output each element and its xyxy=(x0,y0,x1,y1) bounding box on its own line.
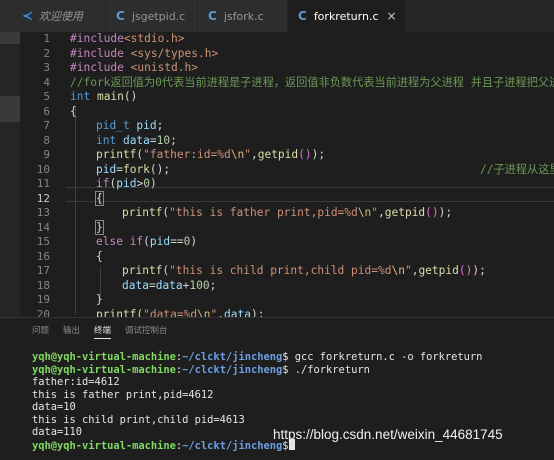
tab-problems[interactable]: 问题 xyxy=(32,324,49,339)
line-number-gutter: 1 2 3 4 5 6 7 8 9 10 11 12 13 14 15 16 17 18 19 20 xyxy=(20,32,58,317)
panel-tabs: 问题 输出 终端 调试控制台 xyxy=(32,324,168,339)
code-line-3: #include <unistd.h> xyxy=(70,61,198,74)
line-number: 12 xyxy=(36,191,50,205)
code-area[interactable]: #include<stdio.h> #include <sys/types.h>… xyxy=(70,32,554,317)
code-line-7: pid_t pid; xyxy=(96,119,164,132)
tab-jsgetpid[interactable]: C jsgetpid.c xyxy=(106,0,198,32)
terminal-output-line: father:id=4612 xyxy=(32,376,120,388)
line-number: 4 xyxy=(43,75,50,89)
c-file-icon: C xyxy=(208,9,217,23)
line-number: 17 xyxy=(36,264,50,277)
code-line-15: else if(pid==0) xyxy=(96,235,198,248)
activity-item[interactable] xyxy=(0,96,20,122)
code-line-8: int data=10; xyxy=(96,133,177,147)
tab-label: jsgetpid.c xyxy=(131,9,186,23)
code-editor[interactable]: 1 2 3 4 5 6 7 8 9 10 11 12 13 14 15 16 17 18 19 20 #include… xyxy=(0,32,554,317)
terminal-output-line: this is child print,child pid=4613 xyxy=(32,413,245,426)
code-line-6: { xyxy=(70,104,77,118)
tab-debug-console[interactable]: 调试控制台 xyxy=(125,324,168,339)
line-number: 1 xyxy=(43,32,50,45)
line-number: 16 xyxy=(36,249,50,263)
line-number: 3 xyxy=(43,61,50,74)
line-number: 2 xyxy=(43,46,50,60)
line-number: 13 xyxy=(36,206,50,219)
code-line-20: printf("data=%d\n",data); xyxy=(96,307,265,318)
tab-forkreturn[interactable]: C forkreturn.c × xyxy=(288,0,406,32)
tab-label: 欢迎使用 xyxy=(38,10,83,23)
code-comment-fork: //子进程从这里 xyxy=(480,162,554,176)
tab-jsfork[interactable]: C jsfork.c xyxy=(198,0,288,32)
terminal-output-line: this is father print,pid=4612 xyxy=(32,388,214,401)
line-number: 10 xyxy=(36,162,50,176)
tab-terminal[interactable]: 终端 xyxy=(94,324,112,339)
c-file-icon: C xyxy=(116,9,125,23)
tab-label: jsfork.c xyxy=(223,9,264,23)
close-icon[interactable]: × xyxy=(387,9,397,23)
code-line-16: { xyxy=(96,249,103,263)
vscode-logo-icon: ≺ xyxy=(22,8,33,24)
line-number: 8 xyxy=(43,133,50,147)
code-line-14: } xyxy=(95,219,104,235)
terminal-prompt-line: yqh@yqh-virtual-machine:~/clckt/jincheng… xyxy=(32,363,370,376)
line-number: 9 xyxy=(43,148,50,161)
tab-output[interactable]: 输出 xyxy=(63,324,80,339)
code-line-4: //fork返回值为0代表当前进程是子进程，返回值非负数代表当前进程为父进程 并… xyxy=(70,75,554,89)
code-line-10: pid=fork(); xyxy=(96,162,171,176)
code-line-12: { xyxy=(95,190,104,206)
line-number: 20 xyxy=(36,307,50,318)
line-number: 11 xyxy=(36,177,50,190)
terminal-prompt-line: yqh@yqh-virtual-machine:~/clckt/jincheng… xyxy=(32,351,483,363)
line-number: 18 xyxy=(36,278,50,292)
line-number: 6 xyxy=(43,104,50,118)
code-line-17: printf("this is child print,child pid=%d… xyxy=(122,264,486,277)
line-number: 19 xyxy=(36,293,50,306)
line-number: 5 xyxy=(43,90,50,103)
terminal-output-line: data=10 xyxy=(32,401,76,413)
code-line-2: #include <sys/types.h> xyxy=(70,46,219,60)
code-line-9: printf("father:id=%d\n",getpid()); xyxy=(96,148,326,161)
code-line-13: printf("this is father print,pid=%d\n",g… xyxy=(122,206,453,219)
line-number: 14 xyxy=(36,220,50,234)
activity-item[interactable] xyxy=(0,32,20,44)
code-line-18: data=data+100; xyxy=(122,278,217,292)
tab-label: forkreturn.c xyxy=(313,9,379,23)
line-number: 7 xyxy=(43,119,50,132)
editor-tab-bar: ≺ 欢迎使用 C jsgetpid.c C jsfork.c C forkret… xyxy=(0,0,554,32)
activity-bar xyxy=(0,32,20,317)
code-line-19: } xyxy=(96,293,103,306)
c-file-icon: C xyxy=(298,9,307,23)
code-line-5: int main() xyxy=(70,90,138,103)
code-line-1: #include<stdio.h> xyxy=(70,32,185,45)
watermark-url: https://blog.csdn.net/weixin_44681745 xyxy=(273,427,503,442)
code-line-11: if(pid>0) xyxy=(96,177,157,190)
line-number: 15 xyxy=(36,235,50,248)
tab-welcome[interactable]: ≺ 欢迎使用 xyxy=(0,0,106,32)
